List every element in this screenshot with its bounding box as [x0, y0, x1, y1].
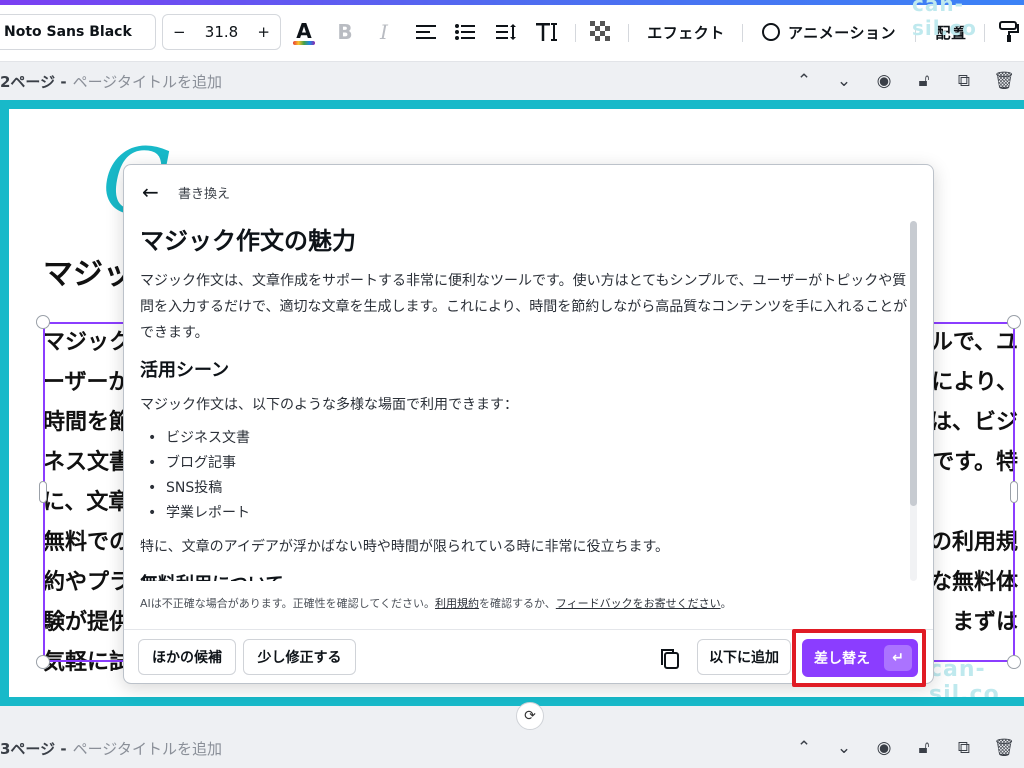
section-title: 無料利用について: [140, 570, 910, 581]
other-candidates-button[interactable]: ほかの候補: [138, 639, 236, 675]
back-arrow-icon[interactable]: ←: [142, 180, 166, 204]
page-title-input[interactable]: ページタイトルを追加: [73, 71, 222, 92]
text-size-icon[interactable]: [533, 14, 563, 50]
align-icon[interactable]: [411, 14, 441, 50]
section-title: 活用シーン: [140, 360, 230, 381]
page-actions: ⌃ ⌄ ◉ 🔓︎ ⧉ 🗑︎: [784, 733, 1024, 763]
list-item: 学業レポート: [146, 501, 910, 526]
replace-label: 差し替え: [814, 651, 870, 667]
tweak-button[interactable]: 少し修正する: [243, 639, 356, 675]
hide-icon[interactable]: ◉: [864, 71, 904, 91]
list-item: ビジネス文書: [146, 426, 910, 451]
feedback-link[interactable]: フィードバックをお寄せください: [556, 597, 721, 610]
animation-button[interactable]: アニメーション: [756, 14, 902, 50]
text-color-button[interactable]: A: [290, 14, 318, 50]
lock-icon[interactable]: 🔓︎: [904, 738, 944, 758]
delete-icon[interactable]: 🗑︎: [984, 71, 1024, 91]
list-icon[interactable]: [450, 14, 480, 50]
font-size-value[interactable]: 31.8: [205, 23, 238, 41]
delete-icon[interactable]: 🗑︎: [984, 738, 1024, 758]
scroll-thumb[interactable]: [910, 221, 917, 506]
panel-header: ← 書き換え: [142, 180, 231, 204]
section-text: 特に、文章のアイデアが浮かばない時や時間が限られている時に非常に役立ちます。: [140, 539, 670, 555]
bold-button[interactable]: B: [330, 14, 360, 50]
transparency-icon[interactable]: [586, 14, 616, 50]
italic-button[interactable]: I: [369, 14, 399, 50]
enter-key-icon: ↵: [884, 645, 912, 671]
font-size-stepper[interactable]: − 31.8 +: [162, 14, 281, 50]
resize-handle[interactable]: [36, 655, 50, 669]
page-2-header: 2ページ - ページタイトルを追加 ⌃ ⌄ ◉ 🔓︎ ⧉ 🗑︎: [0, 66, 1024, 96]
color-bar: [293, 41, 315, 45]
resize-handle[interactable]: [1007, 655, 1021, 669]
page-3-header: 3ページ - ページタイトルを追加 ⌃ ⌄ ◉ 🔓︎ ⧉ 🗑︎: [0, 733, 1024, 763]
effects-button[interactable]: エフェクト: [640, 14, 732, 50]
canvas-heading[interactable]: マジッ: [43, 249, 133, 293]
list-item: ブログ記事: [146, 451, 910, 476]
add-below-button[interactable]: 以下に追加: [697, 639, 791, 675]
increase-size-button[interactable]: +: [257, 23, 270, 41]
toolbar-divider: [575, 24, 576, 42]
lock-icon[interactable]: 🔓︎: [904, 71, 944, 91]
content-intro: マジック作文は、文章作成をサポートする非常に便利なツールです。使い方はとてもシン…: [140, 273, 908, 341]
resize-handle[interactable]: [1007, 315, 1021, 329]
disclaimer-text: AIは不正確な場合があります。正確性を確認してください。: [140, 597, 436, 610]
chevron-down-icon[interactable]: ⌄: [824, 71, 864, 91]
decrease-size-button[interactable]: −: [173, 23, 186, 41]
toolbar-accent-stripe: [0, 0, 1024, 5]
watermark: can-sil.co: [912, 0, 977, 40]
duplicate-icon[interactable]: ⧉: [944, 71, 984, 91]
animation-label: アニメーション: [788, 23, 896, 42]
list-item: SNS投稿: [146, 476, 910, 501]
replace-highlight: 差し替え ↵: [792, 629, 926, 687]
chevron-down-icon[interactable]: ⌄: [824, 738, 864, 758]
content-title: マジック作文の魅力: [140, 227, 356, 255]
toolbar-divider: [628, 24, 629, 42]
hide-icon[interactable]: ◉: [864, 738, 904, 758]
disclaimer-text: 。: [720, 597, 732, 610]
page-number: 3ページ -: [0, 739, 67, 758]
page-number: 2ページ -: [0, 72, 67, 91]
panel-breadcrumb: 書き換え: [178, 186, 231, 202]
generated-content: マジック作文の魅力 マジック作文は、文章作成をサポートする非常に便利なツールです…: [140, 221, 910, 581]
page-title-input[interactable]: ページタイトルを追加: [73, 738, 222, 759]
terms-link[interactable]: 利用規約: [435, 597, 479, 610]
ai-disclaimer: AIは不正確な場合があります。正確性を確認してください。利用規約を確認するか、フ…: [140, 595, 732, 611]
duplicate-icon[interactable]: ⧉: [944, 738, 984, 758]
resize-handle[interactable]: [36, 315, 50, 329]
magic-write-panel: ← 書き換え マジック作文の魅力 マジック作文は、文章作成をサポートする非常に便…: [123, 164, 934, 687]
toolbar-divider: [742, 24, 743, 42]
side-handle[interactable]: [1010, 481, 1018, 503]
animation-icon: [762, 23, 781, 41]
chevron-up-icon[interactable]: ⌃: [784, 71, 824, 91]
chevron-up-icon[interactable]: ⌃: [784, 738, 824, 758]
section-text: マジック作文は、以下のような多様な場面で利用できます：: [140, 397, 518, 413]
uses-list: ビジネス文書 ブログ記事 SNS投稿 学業レポート: [146, 426, 910, 526]
copy-icon[interactable]: [658, 647, 682, 671]
disclaimer-text: を確認するか、: [479, 597, 556, 610]
font-family-select[interactable]: Noto Sans Black: [0, 14, 156, 50]
toolbar: Noto Sans Black − 31.8 + A B I エフェクト アニメ…: [0, 0, 1024, 62]
text-color-icon: A: [296, 19, 312, 43]
spacing-icon[interactable]: [492, 14, 522, 50]
rotate-icon[interactable]: ⟳: [516, 702, 544, 730]
content-scrollbar[interactable]: [910, 221, 917, 581]
replace-button[interactable]: 差し替え ↵: [802, 639, 918, 677]
page-actions: ⌃ ⌄ ◉ 🔓︎ ⧉ 🗑︎: [784, 66, 1024, 96]
side-handle[interactable]: [39, 481, 47, 503]
